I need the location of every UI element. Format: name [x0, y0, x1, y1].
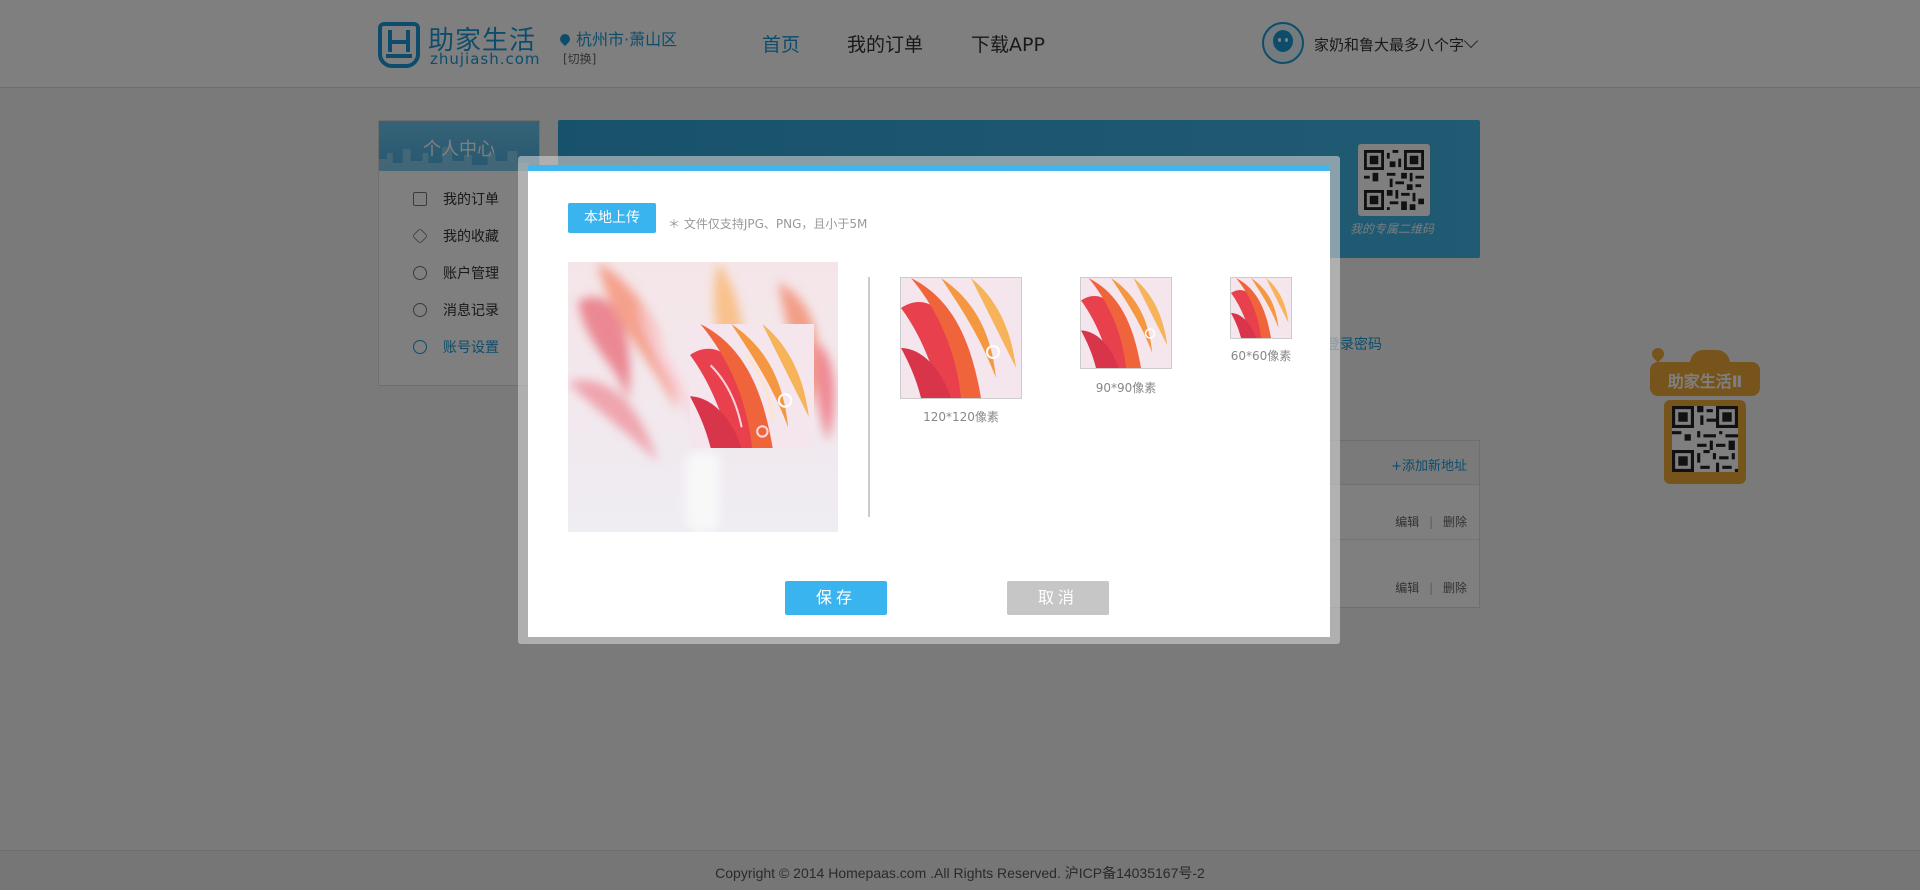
crop-area[interactable] [568, 262, 838, 532]
preview-label-120: 120*120像素 [923, 410, 999, 424]
crop-selection-box[interactable] [690, 324, 814, 448]
vertical-divider [868, 277, 870, 517]
save-button[interactable]: 保存 [785, 581, 887, 615]
crop-handle-bottom-left[interactable] [690, 438, 700, 448]
local-upload-button[interactable]: 本地上传 [568, 203, 656, 233]
crop-handle-top-left[interactable] [690, 324, 700, 334]
preview-120 [900, 277, 1022, 399]
cropped-image [690, 324, 814, 448]
preview-image [1231, 278, 1291, 338]
preview-label-60: 60*60像素 [1230, 349, 1292, 363]
preview-label-90: 90*90像素 [1095, 381, 1157, 395]
preview-image [1081, 278, 1171, 368]
preview-90 [1080, 277, 1172, 369]
crop-handle-top-right[interactable] [804, 324, 814, 334]
cancel-button[interactable]: 取消 [1007, 581, 1109, 615]
upload-hint: ＊ 文件仅支持JPG、PNG，且小于5M [668, 217, 868, 231]
avatar-upload-dialog: 本地上传 ＊ 文件仅支持JPG、PNG，且小于5M 120*120像素 90*9… [528, 165, 1330, 637]
crop-handle-bottom-right[interactable] [804, 438, 814, 448]
preview-image [901, 278, 1021, 398]
preview-60 [1230, 277, 1292, 339]
